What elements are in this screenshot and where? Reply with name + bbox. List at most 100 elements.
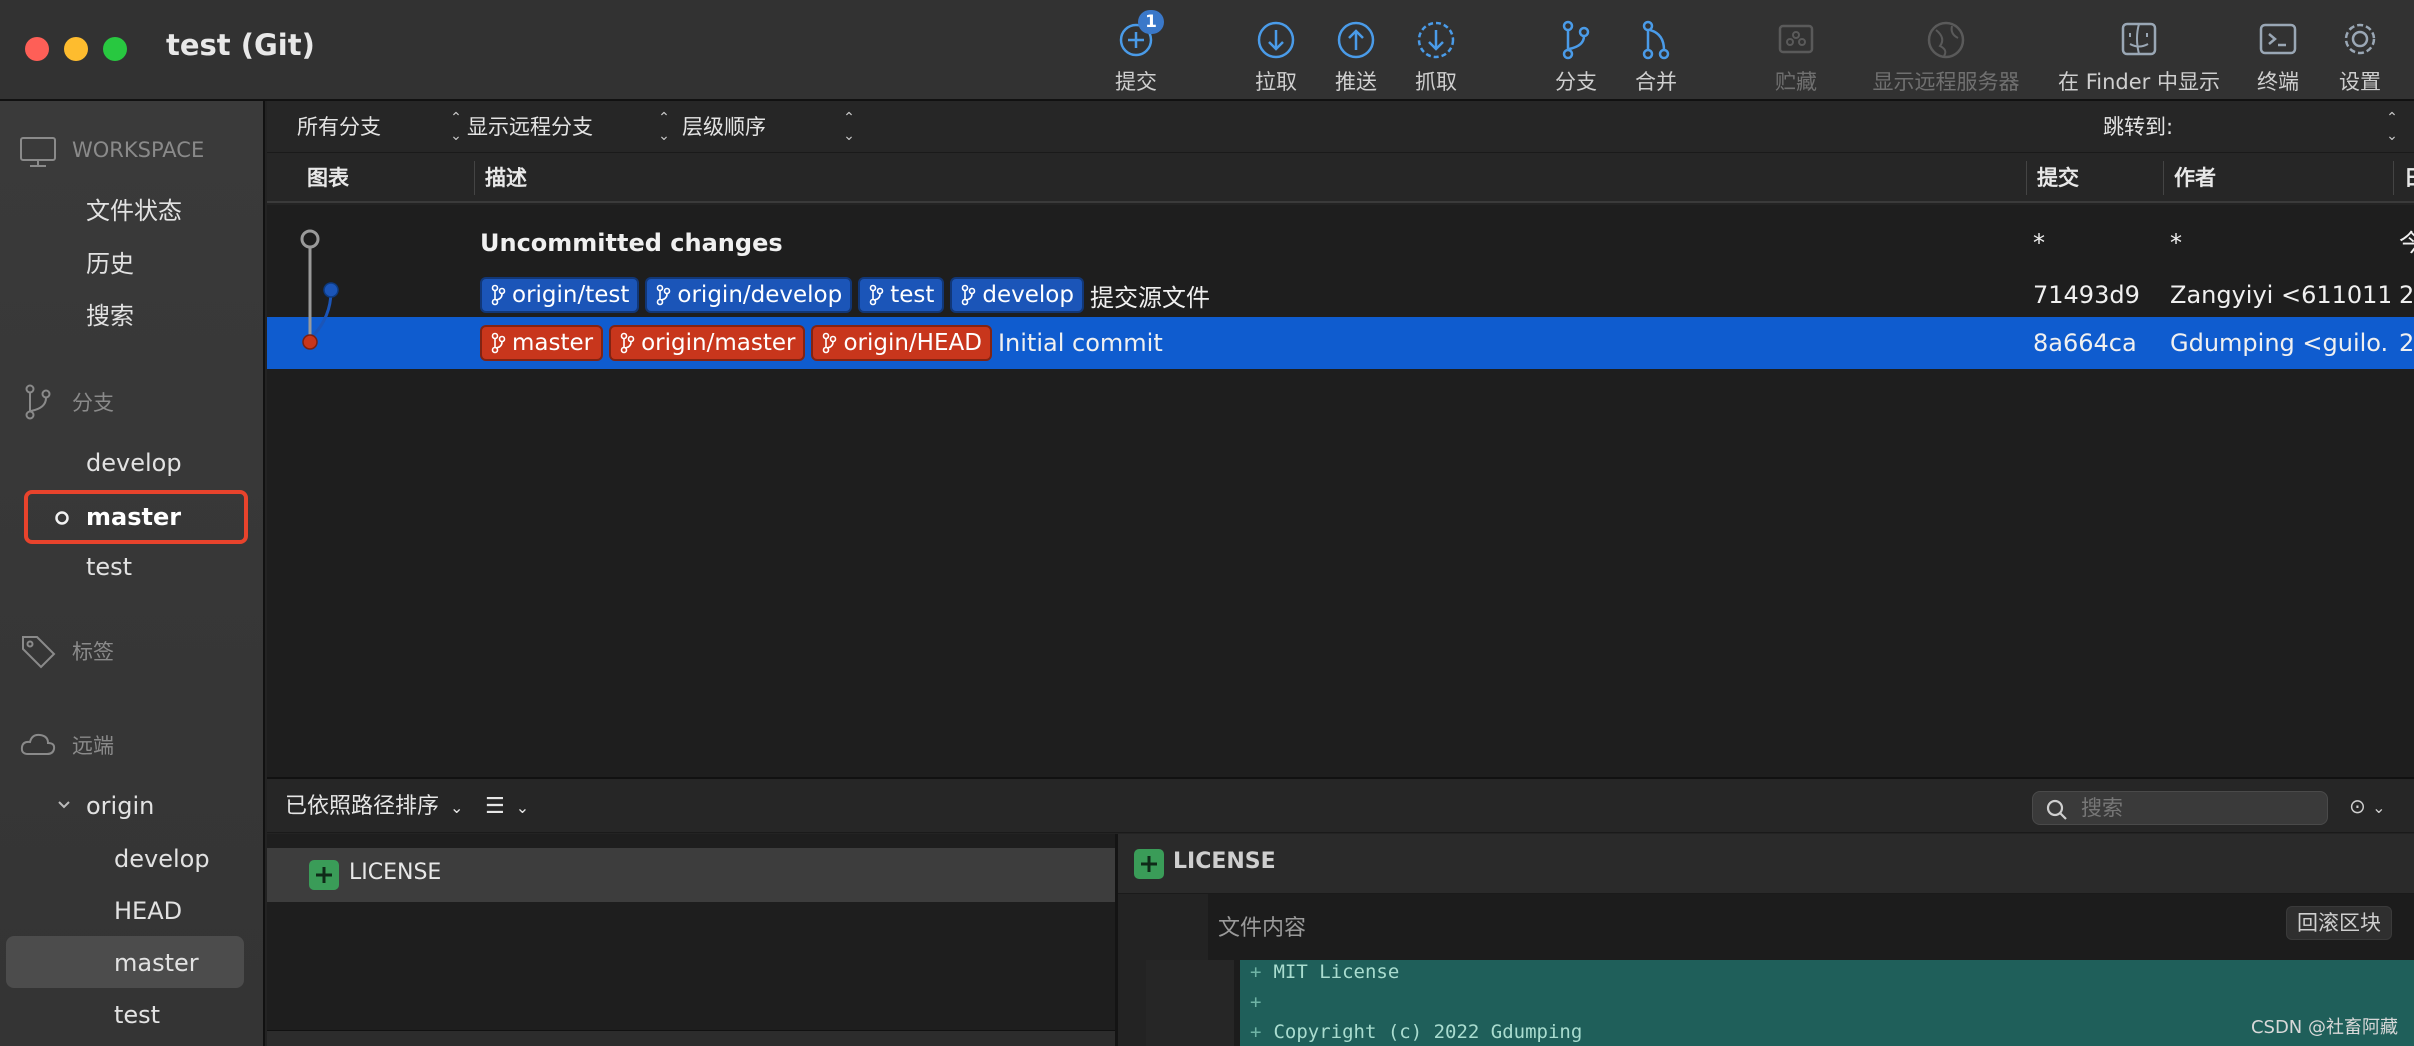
sidebar: WORKSPACE 文件状态 历史 搜索 分支 develop master t… — [0, 101, 265, 1046]
revert-hunk-button[interactable]: 回滚区块 — [2286, 906, 2392, 940]
show-remote-button[interactable]: 显示远程服务器 — [1826, 12, 2066, 94]
diff-file-header: LICENSE — [1118, 834, 2414, 894]
graph-node[interactable] — [302, 334, 318, 350]
sidebar-item-remote-origin[interactable]: origin — [86, 784, 154, 828]
graph-node[interactable] — [323, 282, 339, 298]
sidebar-section-title: WORKSPACE — [72, 138, 205, 162]
branch-icon — [823, 332, 837, 354]
show-in-finder-button[interactable]: 在 Finder 中显示 — [2049, 12, 2229, 94]
commit-date: 2 — [2399, 281, 2414, 309]
sidebar-item-search[interactable]: 搜索 — [86, 294, 134, 338]
commit-button[interactable]: 提交 — [1076, 12, 1196, 94]
search-input[interactable] — [2081, 795, 2317, 821]
sidebar-item-remote-develop[interactable]: develop — [114, 837, 210, 881]
view-mode-menu[interactable]: ☰ ⌄ — [485, 791, 545, 823]
file-search-box[interactable] — [2032, 791, 2328, 825]
ref-badge-origin-develop[interactable]: origin/develop — [645, 277, 853, 313]
zoom-window-button[interactable] — [103, 37, 127, 61]
sidebar-item-remote-test[interactable]: test — [114, 993, 160, 1037]
column-separator[interactable] — [2393, 161, 2394, 195]
commit-row-selected[interactable]: master origin/master origin/HEAD Initial… — [267, 317, 2414, 369]
current-branch-indicator-icon — [55, 511, 69, 525]
branch-icon — [657, 284, 671, 306]
file-added-icon — [309, 860, 339, 890]
sidebar-item-remote-head[interactable]: HEAD — [114, 889, 182, 933]
hunk-title: 文件内容 — [1218, 916, 1307, 941]
diff-line[interactable]: + — [1250, 987, 1273, 1017]
column-header-commit[interactable]: 提交 — [2037, 153, 2079, 203]
remote-branches-filter-select[interactable]: 显示远程分支 ⌃ ⌄ — [467, 109, 677, 145]
ref-badge-test[interactable]: test — [858, 277, 945, 313]
sidebar-section-workspace[interactable]: WORKSPACE — [0, 130, 265, 174]
search-icon — [2046, 799, 2067, 820]
gear-icon — [2344, 23, 2376, 55]
globe-icon — [1927, 21, 1965, 59]
sidebar-item-history[interactable]: 历史 — [86, 242, 134, 286]
ref-badge-origin-master[interactable]: origin/master — [609, 325, 806, 361]
pane-footer — [267, 1030, 1115, 1046]
close-window-button[interactable] — [25, 37, 49, 61]
branch-icon — [491, 332, 506, 354]
fetch-button[interactable]: 抓取 — [1376, 12, 1496, 94]
diff-line[interactable]: + MIT License — [1250, 960, 1399, 987]
commit-row[interactable]: Uncommitted changes * * 今 — [267, 217, 2414, 269]
file-name: LICENSE — [349, 860, 442, 885]
column-header-author[interactable]: 作者 — [2174, 153, 2216, 203]
ref-badge-develop[interactable]: develop — [950, 277, 1084, 313]
updown-chevron-icon: ⌃ ⌄ — [2386, 110, 2398, 144]
diff-line[interactable]: + Copyright (c) 2022 Gdumping — [1250, 1017, 1582, 1046]
sidebar-item-branch-test[interactable]: test — [86, 545, 132, 589]
sidebar-item-branch-develop[interactable]: develop — [86, 441, 182, 485]
order-filter-select[interactable]: 层级顺序 ⌃ ⌄ — [682, 109, 862, 145]
updown-chevron-icon: ⌃ ⌄ — [843, 110, 855, 144]
minimize-window-button[interactable] — [64, 37, 88, 61]
sidebar-section-title: 分支 — [72, 391, 114, 415]
graph-node-uncommitted[interactable] — [300, 229, 320, 249]
sidebar-section-title: 远端 — [72, 734, 114, 758]
file-row[interactable]: LICENSE — [267, 848, 1115, 902]
commit-graph — [300, 229, 339, 350]
sidebar-item-file-status[interactable]: 文件状态 — [86, 189, 182, 233]
column-separator[interactable] — [2026, 161, 2027, 195]
commit-hash: * — [2033, 229, 2045, 257]
jump-to-select[interactable]: 跳转到: ⌃ ⌄ — [2103, 109, 2403, 145]
column-header-date[interactable]: 日 — [2404, 153, 2414, 203]
chevron-down-icon: ⌄ — [515, 798, 530, 817]
ref-badge-master[interactable]: master — [480, 325, 604, 361]
merge-button[interactable]: 合并 — [1596, 12, 1716, 94]
show-in-finder-label: 在 Finder 中显示 — [2058, 70, 2220, 94]
chevron-down-icon: ⌄ — [2372, 798, 2386, 817]
window-title: test (Git) — [166, 28, 315, 62]
ref-badge-origin-head[interactable]: origin/HEAD — [811, 325, 992, 361]
fetch-label: 抓取 — [1415, 70, 1457, 94]
column-separator[interactable] — [2163, 161, 2164, 195]
chevron-down-icon: ⌄ — [450, 798, 464, 817]
column-separator[interactable] — [474, 161, 475, 195]
settings-button[interactable]: 设置 — [2300, 12, 2414, 94]
commit-row[interactable]: origin/test origin/develop test develop … — [267, 269, 2414, 321]
commit-author: Gdumping <guilo... — [2170, 329, 2390, 357]
finder-icon — [2121, 22, 2157, 56]
column-header-graph[interactable]: 图表 — [307, 153, 349, 203]
sidebar-section-remotes[interactable]: 远端 — [0, 722, 265, 766]
column-header-description[interactable]: 描述 — [485, 153, 527, 203]
updown-chevron-icon: ⌃ ⌄ — [450, 110, 462, 144]
sort-order-menu[interactable]: 已依照路径排序 ⌄ — [285, 791, 463, 823]
commit-author: Zangyiyi <611011... — [2170, 281, 2390, 309]
monitor-icon — [20, 137, 56, 167]
chevron-down-icon[interactable] — [56, 797, 72, 813]
sidebar-item-branch-master[interactable]: master — [86, 495, 181, 539]
sidebar-section-branches[interactable]: 分支 — [0, 379, 265, 423]
commit-list: Uncommitted changes * * 今 origin/test or… — [267, 205, 2414, 777]
merge-label: 合并 — [1635, 70, 1677, 94]
ref-badge-origin-test[interactable]: origin/test — [480, 277, 640, 313]
branch-filter-select[interactable]: 所有分支 ⌃ ⌄ — [297, 109, 467, 145]
sidebar-item-remote-master[interactable]: master — [114, 941, 199, 985]
commit-author: * — [2170, 229, 2182, 257]
commit-description: Initial commit — [997, 329, 1163, 357]
tag-icon — [22, 636, 56, 669]
file-added-icon — [1134, 849, 1164, 879]
sidebar-section-tags[interactable]: 标签 — [0, 628, 265, 672]
commit-date: 今 — [2399, 229, 2414, 257]
more-options-menu[interactable]: ⊙ ⌄ — [2349, 789, 2399, 823]
